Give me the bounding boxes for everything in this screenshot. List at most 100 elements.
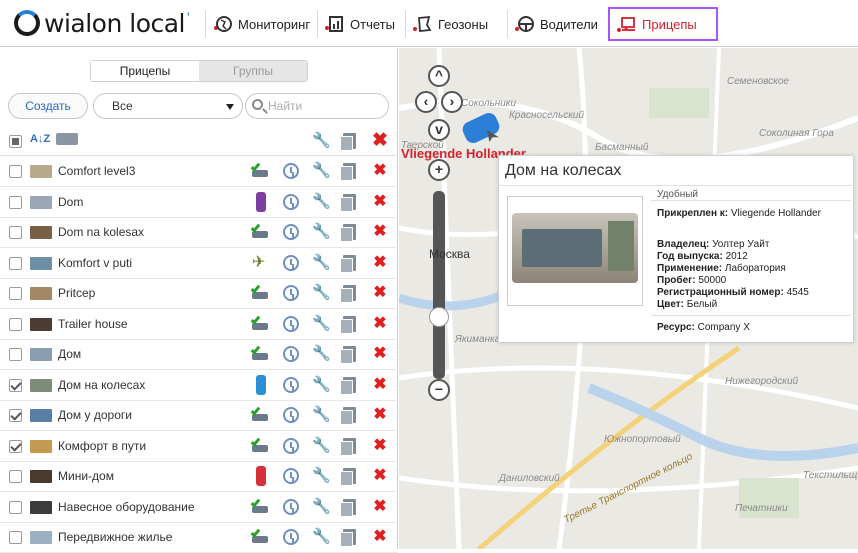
row-checkbox[interactable] [9, 378, 22, 392]
row-checkbox[interactable] [9, 256, 22, 270]
copy-document-icon[interactable] [340, 376, 356, 395]
history-clock-icon[interactable] [283, 163, 299, 179]
trailer-name[interactable]: Pritcep [58, 278, 95, 308]
wrench-icon[interactable]: 🔧 [312, 254, 331, 271]
trailer-name[interactable]: Comfort level3 [58, 156, 135, 186]
trailer-name[interactable]: Передвижное жилье [58, 522, 172, 552]
trailer-name[interactable]: Комфорт в пути [58, 431, 146, 461]
delete-icon[interactable]: ✖ [372, 407, 388, 423]
trailer-name[interactable]: Komfort v puti [58, 248, 132, 278]
attached-status-icon[interactable] [250, 283, 272, 301]
history-clock-icon[interactable] [283, 315, 299, 332]
row-checkbox[interactable] [9, 317, 22, 331]
unit-type-icon[interactable] [256, 466, 266, 486]
delete-icon[interactable]: ✖ [372, 346, 388, 362]
trailer-row[interactable]: Komfort v puti ✈ 🔧 ✖ [0, 248, 398, 279]
copy-document-icon[interactable] [340, 315, 356, 334]
wrench-icon[interactable]: 🔧 [312, 346, 331, 362]
search-input[interactable]: Найти [245, 93, 389, 119]
pan-up-button[interactable]: ^ [428, 65, 450, 87]
row-checkbox[interactable] [9, 165, 22, 178]
wrench-icon[interactable]: 🔧 [312, 498, 331, 515]
trailer-row[interactable]: Дом 🔧 ✖ [0, 339, 398, 370]
delete-icon[interactable]: ✖ [372, 468, 388, 484]
select-all-checkbox[interactable] [9, 135, 22, 148]
tab-trailers[interactable]: Прицепы [91, 61, 199, 81]
delete-icon[interactable]: ✖ [372, 315, 388, 332]
row-checkbox[interactable] [9, 470, 22, 483]
attached-status-icon[interactable] [250, 313, 272, 332]
copy-document-icon[interactable] [340, 468, 356, 486]
row-checkbox[interactable] [9, 500, 22, 514]
history-clock-icon[interactable] [283, 468, 299, 484]
history-clock-icon[interactable] [283, 529, 299, 545]
row-checkbox[interactable] [9, 226, 22, 239]
delete-icon[interactable]: ✖ [372, 529, 388, 545]
delete-icon[interactable]: ✖ [372, 376, 388, 393]
trailer-type-icon[interactable] [56, 133, 78, 145]
nav-item-reports[interactable]: Отчеты [320, 9, 399, 39]
history-clock-icon[interactable] [283, 407, 299, 423]
zoom-out-button[interactable]: − [428, 379, 450, 401]
nav-item-trailers[interactable]: Прицепы [608, 7, 718, 41]
nav-item-geofences[interactable]: Геозоны [408, 9, 492, 39]
sort-az-icon[interactable]: A↓Z [30, 133, 50, 145]
trailer-name[interactable]: Дом [58, 339, 81, 369]
history-clock-icon[interactable] [283, 437, 299, 454]
trailer-row[interactable]: Навесное оборудование 🔧 ✖ [0, 492, 398, 523]
history-clock-icon[interactable] [283, 193, 299, 210]
tab-groups[interactable]: Группы [199, 61, 307, 81]
wrench-icon[interactable]: 🔧 [312, 468, 331, 484]
trailer-row[interactable]: Дом на колесах 🔧 ✖ [0, 370, 398, 401]
row-checkbox[interactable] [9, 287, 22, 300]
zoom-slider-track[interactable] [433, 191, 445, 379]
copy-document-icon[interactable] [340, 285, 356, 303]
delete-icon[interactable]: ✖ [372, 163, 388, 179]
nav-item-drivers[interactable]: Водители [510, 9, 602, 39]
history-clock-icon[interactable] [283, 346, 299, 362]
copy-document-icon[interactable] [340, 498, 356, 517]
delete-icon[interactable]: ✖ [372, 285, 388, 301]
copy-document-icon[interactable] [340, 254, 356, 273]
wrench-icon[interactable]: 🔧 [312, 376, 331, 393]
zoom-in-button[interactable]: + [428, 159, 450, 181]
create-button[interactable]: Создать [8, 93, 88, 119]
wrench-icon[interactable]: 🔧 [312, 407, 331, 423]
trailer-row[interactable]: Trailer house 🔧 ✖ [0, 309, 398, 340]
row-checkbox[interactable] [9, 409, 22, 422]
trailer-row[interactable]: Передвижное жилье 🔧 ✖ [0, 522, 398, 553]
history-clock-icon[interactable] [283, 376, 299, 393]
attached-status-icon[interactable] [250, 496, 272, 515]
trailer-row[interactable]: Pritcep 🔧 ✖ [0, 278, 398, 309]
attached-status-icon[interactable] [250, 344, 272, 362]
delete-all-icon[interactable]: ✖ [372, 131, 388, 150]
copy-document-icon[interactable] [340, 407, 356, 425]
trailer-row[interactable]: Мини-дом 🔧 ✖ [0, 461, 398, 492]
delete-icon[interactable]: ✖ [372, 224, 388, 240]
delete-icon[interactable]: ✖ [372, 193, 388, 210]
wrench-icon[interactable]: 🔧 [312, 163, 331, 179]
attached-status-icon[interactable] [250, 405, 272, 423]
row-checkbox[interactable] [9, 439, 22, 453]
wrench-icon[interactable]: 🔧 [312, 437, 331, 454]
copy-document-icon[interactable] [340, 224, 356, 242]
nav-item-monitoring[interactable]: Мониторинг [208, 9, 314, 39]
copy-document-icon[interactable] [340, 193, 356, 212]
delete-icon[interactable]: ✖ [372, 437, 388, 454]
attached-status-icon[interactable] [250, 435, 272, 454]
pan-down-button[interactable]: v [428, 119, 450, 141]
trailer-row[interactable]: Dom 🔧 ✖ [0, 187, 398, 218]
wialon-logo[interactable]: wialon local ' [14, 9, 190, 38]
trailer-name[interactable]: Мини-дом [58, 461, 114, 491]
wrench-icon[interactable]: 🔧 [312, 224, 331, 240]
delete-icon[interactable]: ✖ [372, 498, 388, 515]
wrench-icon[interactable]: 🔧 [312, 529, 331, 545]
trailer-name[interactable]: Trailer house [58, 309, 128, 339]
wrench-icon[interactable]: 🔧 [312, 315, 331, 332]
row-checkbox[interactable] [9, 531, 22, 544]
trailer-name[interactable]: Dom na kolesax [58, 217, 144, 247]
history-clock-icon[interactable] [283, 285, 299, 301]
history-clock-icon[interactable] [283, 498, 299, 515]
pan-left-button[interactable]: ‹ [415, 91, 437, 113]
wrench-icon[interactable]: 🔧 [312, 133, 331, 149]
